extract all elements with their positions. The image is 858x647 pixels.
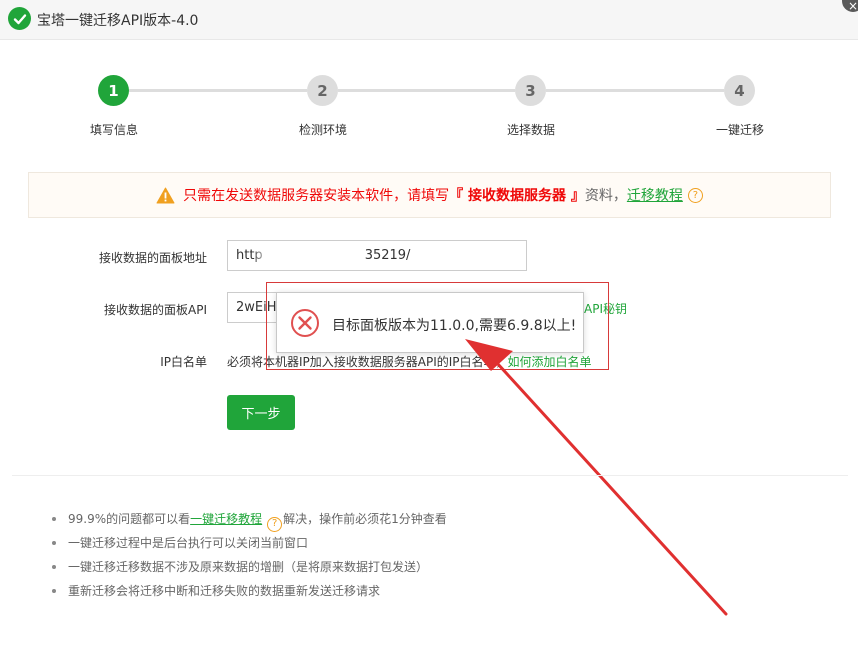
panel-address-suffix: 35219/	[364, 248, 411, 263]
list-item: 一键迁移迁移数据不涉及原来数据的增删（是将原来数据打包发送）	[50, 556, 447, 580]
redacted-mask	[255, 247, 345, 265]
notice-text: 只需在发送数据服务器安装本软件，请填写	[183, 188, 450, 204]
help-icon[interactable]: ?	[267, 516, 283, 532]
panel-address-label: 接收数据的面板地址	[98, 251, 207, 265]
warning-icon	[156, 187, 175, 203]
window-titlebar: 宝塔一键迁移API版本-4.0	[0, 0, 858, 40]
migration-guide-link[interactable]: 一键迁移教程	[190, 512, 262, 526]
step-1-label: 填写信息	[89, 123, 138, 137]
list-item: 99.9%的问题都可以看一键迁移教程? 解决，操作前必须花1分钟查看	[50, 508, 447, 532]
notice-banner: 只需在发送数据服务器安装本软件，请填写 『 接收数据服务器 』 资料， 迁移教程…	[28, 172, 831, 218]
notice-highlight: 『 接收数据服务器 』	[449, 188, 585, 204]
tips-list: 99.9%的问题都可以看一键迁移教程? 解决，操作前必须花1分钟查看 一键迁移过程…	[50, 508, 447, 604]
step-1-circle: 1	[98, 75, 129, 106]
window-title: 宝塔一键迁移API版本-4.0	[37, 13, 199, 29]
step-3-label: 选择数据	[506, 123, 555, 137]
step-2-circle: 2	[307, 75, 338, 106]
list-item: 一键迁移过程中是后台执行可以关闭当前窗口	[50, 532, 447, 556]
next-button[interactable]: 下一步	[227, 395, 295, 430]
panel-api-label: 接收数据的面板API	[104, 303, 207, 317]
list-item: 重新迁移会将迁移中断和迁移失败的数据重新发送迁移请求	[50, 580, 447, 604]
step-connector	[129, 89, 307, 92]
step-connector	[338, 89, 515, 92]
notice-text-after: 资料，	[584, 188, 627, 204]
help-icon[interactable]: ?	[687, 187, 703, 203]
check-icon	[8, 7, 31, 30]
step-connector	[546, 89, 724, 92]
section-divider	[12, 475, 848, 476]
annotation-frame	[266, 282, 609, 370]
step-4-label: 一键迁移	[715, 123, 764, 137]
step-2-label: 检测环境	[298, 123, 347, 137]
step-4-circle: 4	[724, 75, 755, 106]
migration-tutorial-link[interactable]: 迁移教程	[627, 185, 683, 205]
step-3-circle: 3	[515, 75, 546, 106]
ip-whitelist-label: IP白名单	[160, 355, 207, 369]
